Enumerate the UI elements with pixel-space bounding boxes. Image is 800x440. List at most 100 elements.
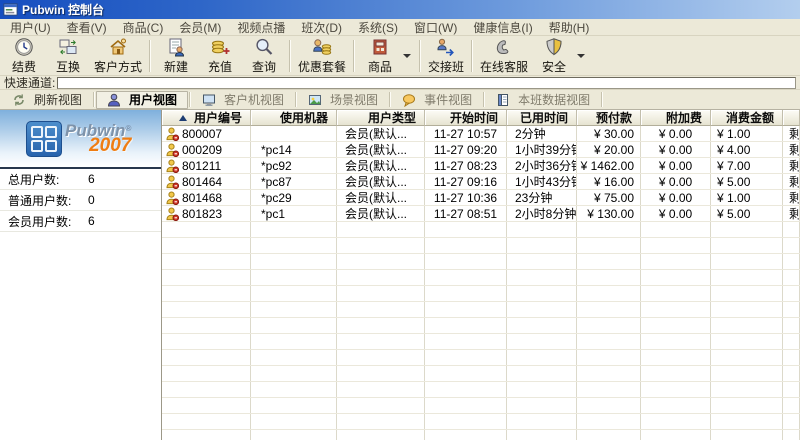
table-row[interactable]: 801823*pc1会员(默认...11-27 08:512小时8分钟¥ 130…	[162, 206, 800, 222]
view-tab-bar: 刷新视图用户视图客户机视图场景视图事件视图 本班数据视图	[0, 90, 800, 110]
viewbar-separator	[189, 92, 191, 107]
menu-item-4[interactable]: 视频点播	[229, 19, 293, 36]
chevron-down-icon[interactable]	[403, 54, 411, 58]
cell-machine	[251, 430, 337, 440]
cell-machine	[251, 414, 337, 429]
table-row-empty	[162, 414, 800, 430]
table-row-empty	[162, 286, 800, 302]
cell-text: 会员(默认...	[345, 174, 407, 189]
view-tab-0[interactable]: 刷新视图	[2, 91, 92, 109]
quick-channel-input[interactable]	[57, 77, 796, 89]
cell-surcharge	[641, 270, 711, 285]
user-row-icon	[166, 207, 179, 221]
toolbar-button-10[interactable]: 安全	[532, 37, 576, 75]
cell-used-time: 1小时43分钟	[507, 174, 577, 189]
menu-item-2[interactable]: 商品(C)	[115, 19, 172, 36]
toolbar-button-9[interactable]: 在线客服	[476, 37, 532, 75]
toolbar-button-2[interactable]: 客户方式	[90, 37, 146, 75]
column-header-extra[interactable]	[783, 110, 800, 126]
menu-item-5[interactable]: 班次(D)	[293, 19, 350, 36]
column-header-label: 用户类型	[368, 110, 416, 126]
column-header-consume[interactable]: 消费金额	[711, 110, 783, 126]
cell-text: 2小时36分钟	[515, 158, 577, 173]
cell-text: 801464	[182, 175, 222, 189]
menu-item-9[interactable]: 帮助(H)	[541, 19, 598, 36]
column-header-user-id[interactable]: 用户编号	[162, 110, 251, 126]
cell-text: ¥ 0.00	[659, 175, 692, 189]
toolbar-separator	[149, 40, 151, 72]
stat-label: 会员用户数:	[8, 213, 88, 230]
cell-consume	[711, 318, 783, 333]
column-header-prepaid[interactable]: 预付款	[577, 110, 641, 126]
table-row-empty	[162, 302, 800, 318]
toolbar-button-label: 查询	[252, 58, 276, 75]
cell-extra	[783, 414, 800, 429]
view-tab-2[interactable]: 客户机视图	[192, 91, 294, 109]
cell-extra	[783, 382, 800, 397]
menu-item-8[interactable]: 健康信息(I)	[465, 19, 540, 36]
cell-prepaid	[577, 254, 641, 269]
table-row[interactable]: 801464*pc87会员(默认...11-27 09:161小时43分钟¥ 1…	[162, 174, 800, 190]
cell-surcharge	[641, 254, 711, 269]
table-row[interactable]: 000209*pc14会员(默认...11-27 09:201小时39分钟¥ 2…	[162, 142, 800, 158]
column-header-surcharge[interactable]: 附加费	[641, 110, 711, 126]
table-row[interactable]: 801468*pc29会员(默认...11-27 10:3623分钟¥ 75.0…	[162, 190, 800, 206]
table-row[interactable]: 801211*pc92会员(默认...11-27 08:232小时36分钟¥ 1…	[162, 158, 800, 174]
toolbar-button-0[interactable]: 结费	[2, 37, 46, 75]
cell-consume	[711, 398, 783, 413]
pubwin-window: Pubwin 控制台 用户(U)查看(V)商品(C)会员(M)视频点播班次(D)…	[0, 0, 800, 440]
toolbar-button-1[interactable]: 互换	[46, 37, 90, 75]
user-row-icon	[166, 175, 179, 189]
view-tab-4[interactable]: 事件视图	[392, 91, 482, 109]
cell-machine	[251, 398, 337, 413]
column-header-start-time[interactable]: 开始时间	[425, 110, 507, 126]
toolbar-button-3[interactable]: 新建	[154, 37, 198, 75]
table-header-row: 用户编号使用机器 用户类型开始时间已用时间预付款附加费消费金额	[162, 110, 800, 126]
column-header-used-time[interactable]: 已用时间	[507, 110, 577, 126]
cell-machine	[251, 350, 337, 365]
view-tab-1[interactable]: 用户视图	[96, 91, 188, 109]
cell-machine	[251, 222, 337, 237]
view-tab-5[interactable]: 本班数据视图	[486, 91, 600, 109]
clock-icon	[14, 37, 34, 57]
toolbar-button-6[interactable]: 优惠套餐	[294, 37, 350, 75]
menu-item-1[interactable]: 查看(V)	[59, 19, 115, 36]
app-icon	[3, 2, 18, 17]
view-tab-label: 本班数据视图	[518, 91, 590, 108]
cell-prepaid	[577, 318, 641, 333]
search-icon	[254, 37, 274, 57]
cell-user-id: 000209	[162, 142, 251, 157]
cell-surcharge	[641, 382, 711, 397]
cell-extra	[783, 318, 800, 333]
view-tab-3[interactable]: 场景视图	[298, 91, 388, 109]
chevron-down-icon[interactable]	[577, 54, 585, 58]
cell-text: ¥ 1.00	[717, 191, 750, 205]
toolbar-button-5[interactable]: 查询	[242, 37, 286, 75]
cell-machine: *pc1	[251, 206, 337, 221]
cell-prepaid	[577, 238, 641, 253]
column-header-user-type[interactable]: 用户类型	[337, 110, 425, 126]
menu-item-6[interactable]: 系统(S)	[350, 19, 406, 36]
cell-start-time	[425, 430, 507, 440]
column-header-machine[interactable]: 使用机器	[251, 110, 337, 126]
cell-user-type: 会员(默认...	[337, 158, 425, 173]
menu-item-0[interactable]: 用户(U)	[2, 19, 59, 36]
cell-text: 剩	[789, 174, 800, 189]
cell-prepaid	[577, 270, 641, 285]
toolbar-button-7[interactable]: 商品	[358, 37, 402, 75]
new-user-icon	[166, 37, 186, 57]
toolbar-button-label: 商品	[368, 58, 392, 75]
toolbar-button-8[interactable]: 交接班	[424, 37, 468, 75]
cell-used-time	[507, 382, 577, 397]
cell-used-time: 23分钟	[507, 190, 577, 205]
title-bar[interactable]: Pubwin 控制台	[0, 0, 800, 19]
cell-machine	[251, 270, 337, 285]
cell-text: ¥ 0.00	[659, 159, 692, 173]
cell-text: 会员(默认...	[345, 206, 407, 221]
table-row[interactable]: 800007会员(默认...11-27 10:572分钟¥ 30.00¥ 0.0…	[162, 126, 800, 142]
menu-item-7[interactable]: 窗口(W)	[406, 19, 465, 36]
stat-value: 0	[88, 193, 95, 207]
menu-item-3[interactable]: 会员(M)	[171, 19, 229, 36]
toolbar-button-4[interactable]: 充值	[198, 37, 242, 75]
cell-user-id: 801468	[162, 190, 251, 205]
